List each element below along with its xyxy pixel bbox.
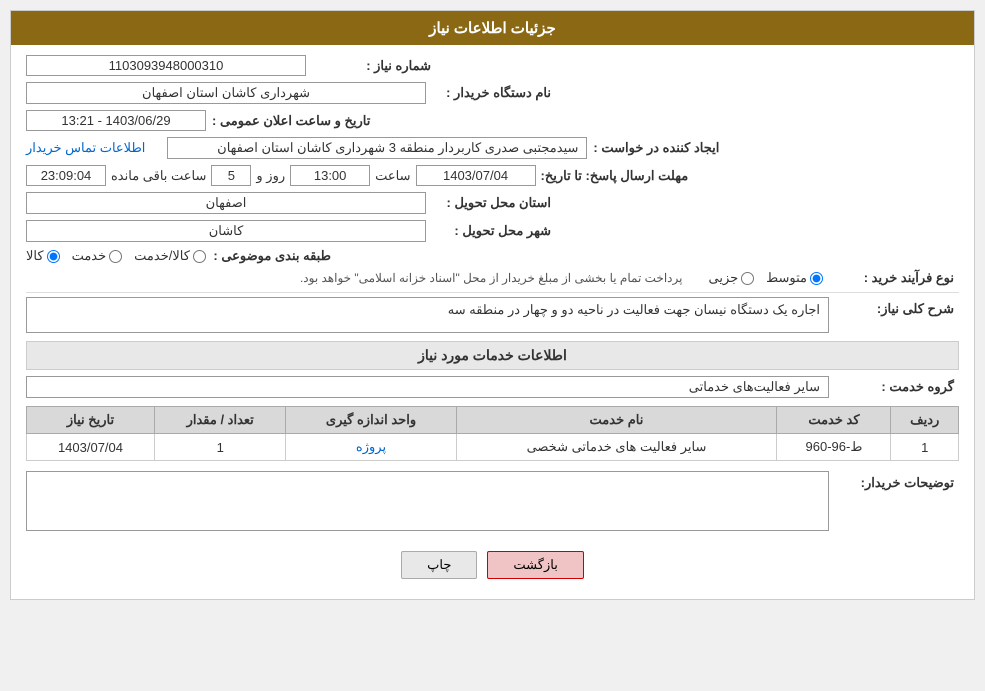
nam-dastgah-row: نام دستگاه خریدار : شهرداری کاشان استان … [26,82,959,104]
nawf-row: نوع فرآیند خرید : متوسط جزیی پرداخت تمام… [26,270,959,286]
nawf-jozi-radio[interactable] [741,272,754,285]
contact-link[interactable]: اطلاعات تماس خریدار [26,140,145,156]
announce-date-label: تاریخ و ساعت اعلان عمومی : [212,113,375,129]
print-button[interactable]: چاپ [401,551,477,579]
nawf-motovaset[interactable]: متوسط [766,270,823,286]
page-container: جزئیات اطلاعات نیاز شماره نیاز : 1103093… [0,0,985,691]
cell-unit[interactable]: پروژه [286,434,456,461]
shomare-niaz-label: شماره نیاز : [306,58,436,74]
content: شماره نیاز : 1103093948000310 نام دستگاه… [11,45,974,599]
nawf-label: نوع فرآیند خرید : [829,270,959,286]
mohlat-date: 1403/07/04 [416,165,536,186]
ostan-row: استان محل تحویل : اصفهان [26,192,959,214]
nawf-jozi[interactable]: جزیی [708,270,754,286]
mohlat-days-label: روز و [256,168,285,184]
group-value: سایر فعالیت‌های خدماتی [26,376,829,398]
tabagheh-options: کالا/خدمت خدمت کالا [26,248,206,264]
col-count: تعداد / مقدار [154,407,285,434]
mohlat-days: 5 [211,165,251,186]
nawf-note: پرداخت تمام یا بخشی از مبلغ خریدار از مح… [26,271,682,285]
col-name: نام خدمت [456,407,777,434]
nam-dastgah-value: شهرداری کاشان استان اصفهان [26,82,426,104]
mohlat-label: مهلت ارسال پاسخ: تا تاریخ: [541,168,694,184]
col-code: کد خدمت [777,407,891,434]
nawf-motovaset-radio[interactable] [810,272,823,285]
tabagheh-kala-radio[interactable] [47,250,60,263]
shahr-label: شهر محل تحویل : [426,223,556,239]
shahr-value: کاشان [26,220,426,242]
ostan-label: استان محل تحویل : [426,195,556,211]
sharh-row: شرح کلی نیاز: اجاره یک دستگاه نیسان جهت … [26,297,959,333]
shomare-niaz-value: 1103093948000310 [26,55,306,76]
mohlat-remaining: 23:09:04 [26,165,106,186]
back-button[interactable]: بازگشت [487,551,583,579]
announce-date-row: تاریخ و ساعت اعلان عمومی : 1403/06/29 - … [26,110,959,131]
tabagheh-khidmat-radio[interactable] [109,250,122,263]
cell-code: ط-96-960 [777,434,891,461]
cell-radif: 1 [891,434,959,461]
nam-dastgah-label: نام دستگاه خریدار : [426,85,556,101]
service-info-title: اطلاعات خدمات مورد نیاز [26,341,959,370]
buttons-row: بازگشت چاپ [26,541,959,589]
tawzih-box[interactable] [26,471,829,531]
header-title: جزئیات اطلاعات نیاز [429,20,556,37]
group-row: گروه خدمت : سایر فعالیت‌های خدماتی [26,376,959,398]
cell-name: سایر فعالیت های خدماتی شخصی [456,434,777,461]
tabagheh-khidmat[interactable]: خدمت [72,248,123,264]
nawf-options: متوسط جزیی [708,270,823,286]
mohlat-time: 13:00 [290,165,370,186]
col-date: تاریخ نیاز [27,407,155,434]
sharh-value: اجاره یک دستگاه نیسان جهت فعالیت در ناحی… [26,297,829,333]
shahr-row: شهر محل تحویل : کاشان [26,220,959,242]
main-box: جزئیات اطلاعات نیاز شماره نیاز : 1103093… [10,10,975,600]
mohlat-remaining-label: ساعت باقی مانده [111,168,206,184]
ijad-label: ایجاد کننده در خواست : [593,140,724,156]
shomare-niaz-row: شماره نیاز : 1103093948000310 [26,55,959,76]
announce-date-value: 1403/06/29 - 13:21 [26,110,206,131]
tabagheh-label: طبقه بندی موضوعی : [206,248,336,264]
mohlat-time-label: ساعت [375,168,410,184]
col-unit: واحد اندازه گیری [286,407,456,434]
group-label: گروه خدمت : [829,379,959,395]
cell-count: 1 [154,434,285,461]
tawzih-row: توضیحات خریدار: [26,471,959,531]
tabagheh-kala-khidmat[interactable]: کالا/خدمت [134,248,206,264]
tabagheh-kala-khidmat-radio[interactable] [193,250,206,263]
deadline-row: مهلت ارسال پاسخ: تا تاریخ: 1403/07/04 سا… [26,165,959,186]
services-table: ردیف کد خدمت نام خدمت واحد اندازه گیری ت… [26,406,959,461]
ostan-value: اصفهان [26,192,426,214]
tawzih-label: توضیحات خریدار: [829,471,959,491]
ijad-row: ایجاد کننده در خواست : سیدمجتبی صدری کار… [26,137,959,159]
header-bar: جزئیات اطلاعات نیاز [11,11,974,45]
col-radif: ردیف [891,407,959,434]
sharh-label: شرح کلی نیاز: [829,297,959,317]
table-row: 1 ط-96-960 سایر فعالیت های خدماتی شخصی پ… [27,434,959,461]
tabagheh-row: طبقه بندی موضوعی : کالا/خدمت خدمت کالا [26,248,959,264]
cell-date: 1403/07/04 [27,434,155,461]
ijad-value: سیدمجتبی صدری کاربردار منطقه 3 شهرداری ک… [167,137,587,159]
tabagheh-kala[interactable]: کالا [26,248,60,264]
